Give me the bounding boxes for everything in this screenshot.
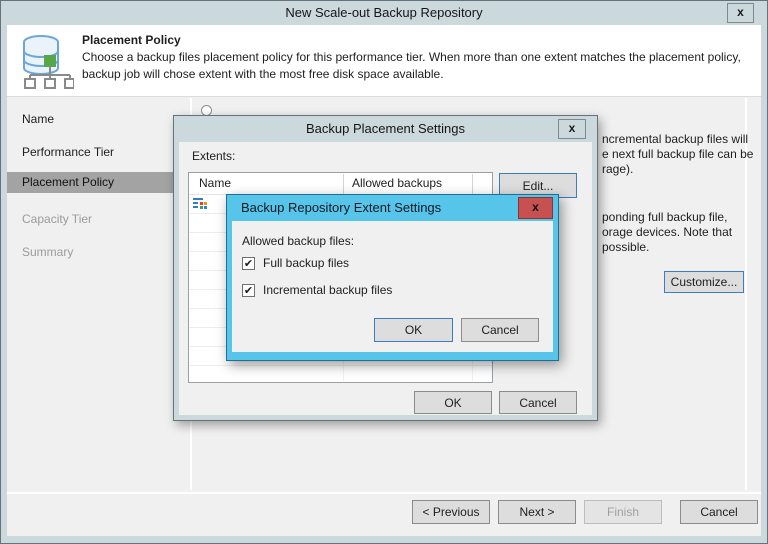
incremental-backup-files-label[interactable]: Incremental backup files xyxy=(263,283,392,297)
step-description-line1: Choose a backup files placement policy f… xyxy=(82,50,741,64)
extent-dialog-close-button[interactable]: x xyxy=(518,197,553,219)
policy-text-fragment: orage devices. Note that xyxy=(602,225,733,239)
close-icon: x xyxy=(532,200,539,214)
wizard-close-button[interactable]: x xyxy=(727,3,754,23)
step-title: Placement Policy xyxy=(82,33,181,47)
wizard-footer: < Previous Next > Finish Cancel xyxy=(7,492,761,536)
check-icon: ✔ xyxy=(243,258,254,270)
policy-text-fragment: e next full backup file can be xyxy=(602,147,754,161)
extent-settings-dialog: Backup Repository Extent Settings x Allo… xyxy=(226,194,559,361)
placement-ok-button[interactable]: OK xyxy=(414,391,492,414)
policy-text-fragment: ponding full backup file, xyxy=(602,210,728,224)
column-header-allowed-backups[interactable]: Allowed backups xyxy=(352,176,442,190)
nav-item-name[interactable]: Name xyxy=(7,109,190,130)
extent-dialog-titlebar[interactable]: Backup Repository Extent Settings xyxy=(227,195,558,221)
extents-label: Extents: xyxy=(192,149,236,163)
step-description-line2: backup job will chose extent with the mo… xyxy=(82,67,444,81)
nav-item-placement-policy[interactable]: Placement Policy xyxy=(7,172,190,193)
nav-item-capacity-tier[interactable]: Capacity Tier xyxy=(7,209,190,230)
checkbox-checked[interactable]: ✔ xyxy=(242,257,255,270)
extent-dialog-title: Backup Repository Extent Settings xyxy=(241,200,442,215)
extent-cancel-button[interactable]: Cancel xyxy=(461,318,539,342)
customize-button[interactable]: Customize... xyxy=(664,271,744,293)
checkbox-checked[interactable]: ✔ xyxy=(242,284,255,297)
wizard-titlebar[interactable]: New Scale-out Backup Repository xyxy=(1,1,767,25)
close-icon: x xyxy=(737,5,744,19)
placement-dialog-close-button[interactable]: x xyxy=(558,119,586,139)
wizard-steps-nav: Name Performance Tier Placement Policy C… xyxy=(7,98,190,490)
policy-text-fragment: ncremental backup files will xyxy=(602,132,749,146)
next-button[interactable]: Next > xyxy=(498,500,576,524)
placement-cancel-button[interactable]: Cancel xyxy=(499,391,577,414)
extent-dialog-body: Allowed backup files: ✔ Full backup file… xyxy=(232,221,553,352)
full-backup-files-label[interactable]: Full backup files xyxy=(263,256,349,270)
placement-dialog-title: Backup Placement Settings xyxy=(306,121,465,136)
column-header-name[interactable]: Name xyxy=(199,176,231,190)
check-icon: ✔ xyxy=(243,285,254,297)
nav-item-summary[interactable]: Summary xyxy=(7,242,190,263)
scale-out-repository-icon xyxy=(23,35,74,89)
allowed-backup-files-label: Allowed backup files: xyxy=(242,234,355,248)
policy-text-fragment: rage). xyxy=(602,162,634,176)
column-separator[interactable] xyxy=(343,174,344,194)
column-separator[interactable] xyxy=(472,174,473,194)
wizard-cancel-button[interactable]: Cancel xyxy=(680,500,758,524)
nav-item-performance-tier[interactable]: Performance Tier xyxy=(7,142,190,163)
finish-button: Finish xyxy=(584,500,662,524)
previous-button[interactable]: < Previous xyxy=(412,500,490,524)
close-icon: x xyxy=(568,121,576,135)
wizard-title: New Scale-out Backup Repository xyxy=(285,5,483,20)
policy-text-fragment: possible. xyxy=(602,240,650,254)
repository-icon xyxy=(193,198,207,209)
extents-table-header: Name Allowed backups xyxy=(189,173,492,195)
placement-dialog-titlebar[interactable]: Backup Placement Settings xyxy=(174,116,597,142)
extent-ok-button[interactable]: OK xyxy=(374,318,453,342)
step-banner: Placement Policy Choose a backup files p… xyxy=(7,25,761,97)
wizard-window: New Scale-out Backup Repository x Placem… xyxy=(0,0,768,544)
